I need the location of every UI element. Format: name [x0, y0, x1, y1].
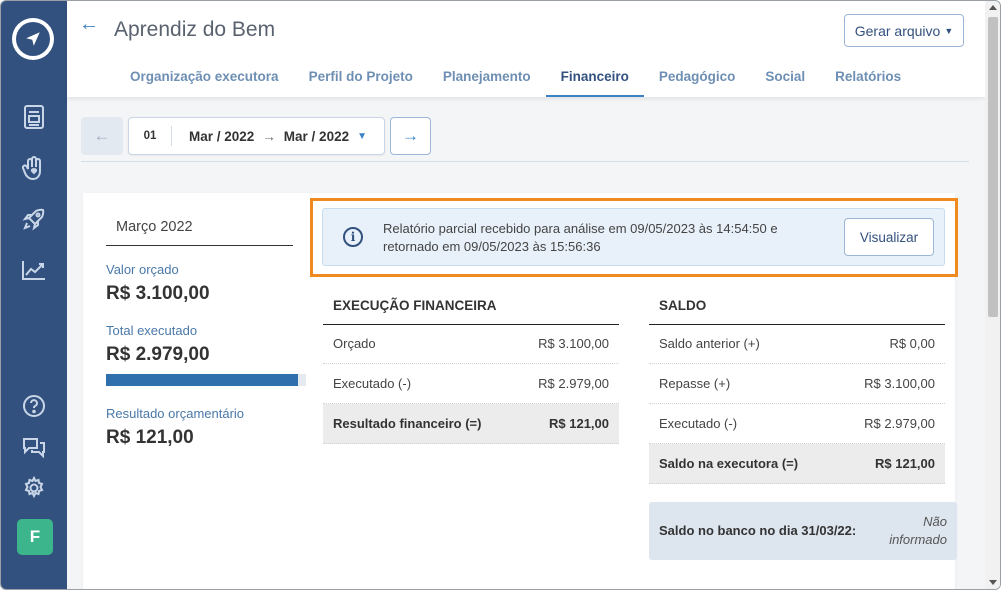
- row-value: R$ 3.100,00: [864, 376, 935, 391]
- scroll-thumb[interactable]: [988, 17, 998, 317]
- row-value: R$ 121,00: [875, 456, 935, 471]
- table-row: Repasse (+) R$ 3.100,00: [649, 364, 945, 404]
- scroll-up-icon[interactable]: [989, 5, 997, 10]
- period-number: 01: [129, 126, 172, 146]
- gear-icon[interactable]: [19, 473, 49, 503]
- executed-progress-bar: [106, 374, 306, 386]
- scroll-down-icon[interactable]: [989, 580, 997, 585]
- tab-financeiro[interactable]: Financeiro: [545, 61, 644, 97]
- view-button[interactable]: Visualizar: [844, 218, 934, 256]
- arrow-right-icon: →: [262, 128, 276, 144]
- help-icon[interactable]: [19, 391, 49, 421]
- row-label: Executado (-): [333, 376, 412, 391]
- table-row: Saldo anterior (+) R$ 0,00: [649, 324, 945, 364]
- tab-pedagogico[interactable]: Pedagógico: [644, 61, 751, 97]
- back-arrow-icon[interactable]: ←: [79, 13, 99, 36]
- tab-relatorios[interactable]: Relatórios: [820, 61, 916, 97]
- result-label: Resultado orçamentário: [106, 406, 245, 421]
- row-label: Orçado: [333, 336, 376, 351]
- executed-value: R$ 2.979,00: [106, 344, 210, 365]
- divider: [106, 245, 293, 246]
- table-total-row: Resultado financeiro (=) R$ 121,00: [323, 404, 619, 444]
- rocket-icon[interactable]: [19, 204, 49, 234]
- logo-icon[interactable]: [12, 18, 54, 60]
- generate-file-button[interactable]: Gerar arquivo ▼: [844, 14, 964, 47]
- table-total-row: Saldo na executora (=) R$ 121,00: [649, 444, 945, 484]
- divider: [81, 161, 969, 162]
- document-icon[interactable]: [19, 102, 49, 132]
- row-value: R$ 0,00: [889, 336, 935, 351]
- financial-table-title: EXECUÇÃO FINANCEIRA: [333, 298, 497, 313]
- arrow-right-icon: →: [402, 126, 419, 145]
- tab-social[interactable]: Social: [750, 61, 820, 97]
- tab-planejamento[interactable]: Planejamento: [428, 61, 546, 97]
- row-value: R$ 121,00: [549, 416, 609, 431]
- info-icon: i: [343, 227, 363, 247]
- bank-balance-label: Saldo no banco no dia 31/03/22:: [659, 523, 857, 538]
- app-window: F ← Aprendiz do Bem Gerar arquivo ▼ Orga…: [0, 0, 1001, 590]
- table-row: Executado (-) R$ 2.979,00: [323, 364, 619, 404]
- report-alert: i Relatório parcial recebido para anális…: [322, 208, 945, 266]
- previous-period-button[interactable]: ←: [81, 117, 123, 155]
- caret-down-icon: ▼: [357, 130, 367, 142]
- table-row: Executado (-) R$ 2.979,00: [649, 404, 945, 444]
- result-value: R$ 121,00: [106, 427, 194, 448]
- executed-label: Total executado: [106, 323, 198, 338]
- period-selector[interactable]: 01 Mar / 2022 → Mar / 2022 ▼: [128, 117, 385, 155]
- chat-icon[interactable]: [19, 432, 49, 462]
- tab-bar: Organização executora Perfil do Projeto …: [115, 61, 916, 97]
- month-label: Março 2022: [116, 219, 193, 235]
- scrollbar[interactable]: [985, 1, 1000, 589]
- row-value: R$ 3.100,00: [538, 336, 609, 351]
- row-label: Resultado financeiro (=): [333, 416, 482, 431]
- tab-organizacao[interactable]: Organização executora: [115, 61, 294, 97]
- sidebar: F: [1, 1, 67, 589]
- arrow-left-icon: ←: [93, 126, 111, 145]
- row-label: Executado (-): [659, 416, 738, 431]
- alert-text: Relatório parcial recebido para análise …: [383, 221, 778, 254]
- avatar-initial: F: [29, 527, 41, 546]
- row-value: R$ 2.979,00: [864, 416, 935, 431]
- tab-perfil[interactable]: Perfil do Projeto: [294, 61, 428, 97]
- table-row: Orçado R$ 3.100,00: [323, 324, 619, 364]
- row-label: Repasse (+): [659, 376, 731, 391]
- row-value: R$ 2.979,00: [538, 376, 609, 391]
- progress-fill: [106, 374, 298, 386]
- hand-heart-icon[interactable]: [19, 153, 49, 183]
- bank-balance-value: Não informado: [889, 514, 947, 547]
- avatar[interactable]: F: [17, 519, 53, 555]
- budget-value: R$ 3.100,00: [106, 283, 210, 304]
- page-title: Aprendiz do Bem: [114, 18, 276, 41]
- period-to: Mar / 2022: [283, 128, 350, 144]
- chart-icon[interactable]: [19, 255, 49, 285]
- bank-balance-box: Saldo no banco no dia 31/03/22: Não info…: [649, 502, 957, 560]
- next-period-button[interactable]: →: [390, 117, 431, 155]
- page-header: ← Aprendiz do Bem Gerar arquivo ▼ Organi…: [67, 1, 985, 97]
- generate-file-label: Gerar arquivo: [854, 22, 941, 39]
- row-label: Saldo na executora (=): [659, 456, 799, 471]
- balance-table-title: SALDO: [659, 298, 707, 313]
- row-label: Saldo anterior (+): [659, 336, 760, 351]
- budget-label: Valor orçado: [106, 262, 179, 277]
- period-from: Mar / 2022: [189, 128, 255, 144]
- caret-down-icon: ▼: [944, 25, 954, 36]
